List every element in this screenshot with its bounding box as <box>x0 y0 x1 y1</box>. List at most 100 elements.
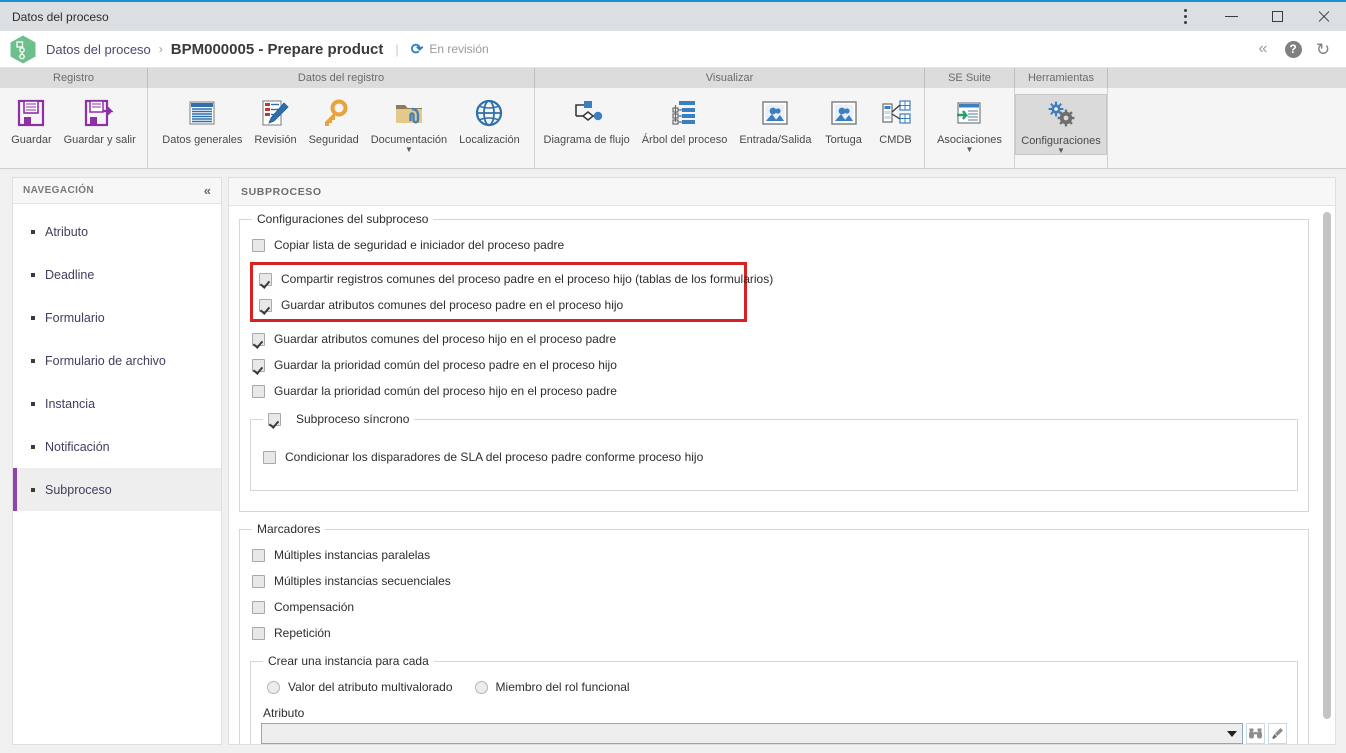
checkbox-row-share-common-records[interactable]: Compartir registros comunes del proceso … <box>257 266 773 292</box>
sidebar-item-notificaci-n[interactable]: Notificación <box>13 425 221 468</box>
checkbox-label: Compensación <box>274 600 355 614</box>
ribbon-button--rbol-del-proceso[interactable]: Árbol del proceso <box>636 94 734 146</box>
kebab-menu-button[interactable] <box>1162 2 1208 31</box>
radio-item-multivalued-attribute[interactable]: Valor del atributo multivalorado <box>267 680 453 694</box>
sidebar-item-atributo[interactable]: Atributo <box>13 210 221 253</box>
checkbox-condition-sla-triggers[interactable] <box>263 450 276 464</box>
checkbox-row-condition-sla-triggers[interactable]: Condicionar los disparadores de SLA del … <box>261 444 1287 470</box>
ribbon-group-filler <box>1108 88 1346 169</box>
checkbox-save-parent-priority-to-child[interactable] <box>252 358 265 372</box>
ribbon-button-datos-generales[interactable]: Datos generales <box>156 94 248 146</box>
chevron-down-icon[interactable]: ▼ <box>966 146 974 154</box>
sidebar-item-label: Notificación <box>45 439 110 454</box>
radio-item-functional-role-member[interactable]: Miembro del rol funcional <box>474 680 630 694</box>
checkbox-row-save-parent-attrs-to-child[interactable]: Guardar atributos comunes del proceso pa… <box>257 292 744 318</box>
checkbox-repetition[interactable] <box>252 626 265 640</box>
process-hexagon-icon <box>10 35 36 64</box>
checkbox-row-parallel-instances[interactable]: Múltiples instancias paralelas <box>250 542 1298 568</box>
minimize-icon <box>1224 16 1238 17</box>
chevron-down-icon[interactable]: ▼ <box>405 146 413 154</box>
checkbox-sync-subprocess[interactable] <box>268 412 281 426</box>
refresh-button[interactable]: ↻ <box>1308 34 1338 64</box>
bullet-icon <box>31 487 35 492</box>
checkbox-save-child-attrs-to-parent[interactable] <box>252 332 265 346</box>
ribbon-button-seguridad[interactable]: Seguridad <box>303 94 365 146</box>
checkbox-label: Múltiples instancias paralelas <box>274 548 431 562</box>
ribbon-button-label: CMDB <box>879 134 912 146</box>
sidebar-item-subproceso[interactable]: Subproceso <box>13 468 221 511</box>
ribbon-button-asociaciones[interactable]: Asociaciones ▼ <box>931 94 1008 154</box>
sidebar-item-formulario[interactable]: Formulario <box>13 296 221 339</box>
maximize-icon <box>1271 11 1283 22</box>
ribbon-toolbar: Registro Datos del registro Visualizar SE S… <box>0 68 1346 169</box>
chevron-down-icon[interactable]: ▼ <box>1057 147 1065 155</box>
sidebar-collapse-icon[interactable]: « <box>204 183 211 198</box>
checkbox-copy-security-list[interactable] <box>252 238 265 252</box>
ribbon-button-cmdb[interactable]: CMDB <box>870 94 922 146</box>
brush-clear-icon[interactable] <box>1268 723 1287 744</box>
close-icon <box>1317 10 1330 23</box>
ribbon-button-configuraciones[interactable]: Configuraciones ▼ <box>1015 94 1107 155</box>
kebab-menu-icon <box>1183 9 1187 24</box>
close-button[interactable] <box>1300 2 1346 31</box>
ribbon-button-revisi-n[interactable]: Revisión <box>248 94 302 146</box>
ribbon-button-label: Tortuga <box>825 134 862 146</box>
page-title: SUBPROCESO <box>241 185 322 198</box>
flowchart-icon <box>571 96 603 130</box>
ribbon-button-guardar[interactable]: Guardar <box>5 94 57 146</box>
radio-multivalued-attribute[interactable] <box>267 680 280 694</box>
checkbox-row-copy-security-list[interactable]: Copiar lista de seguridad e iniciador de… <box>250 232 1298 258</box>
binoculars-search-icon[interactable] <box>1246 723 1265 744</box>
scrollbar-thumb[interactable] <box>1323 212 1331 719</box>
checkbox-sequential-instances[interactable] <box>252 574 265 588</box>
ribbon-button-label: Diagrama de flujo <box>543 134 630 146</box>
ribbon-group-se-suite: Asociaciones ▼ <box>925 88 1015 169</box>
radio-functional-role-member[interactable] <box>474 680 488 694</box>
collapse-ribbon-button[interactable]: « <box>1248 34 1278 64</box>
checkbox-parallel-instances[interactable] <box>252 548 265 562</box>
attribute-select[interactable] <box>261 723 1243 744</box>
help-button[interactable]: ? <box>1278 34 1308 64</box>
sidebar-item-instancia[interactable]: Instancia <box>13 382 221 425</box>
checkbox-row-repetition[interactable]: Repetición <box>250 620 1298 646</box>
maximize-button[interactable] <box>1254 2 1300 31</box>
content-area: NAVEGACIÓN « Atributo Deadline Formulario F… <box>0 169 1346 753</box>
checkbox-compensation[interactable] <box>252 600 265 614</box>
checkbox-save-child-priority-to-parent[interactable] <box>252 384 265 398</box>
instance-per-fieldset: Crear una instancia para cada Valor del … <box>250 654 1298 744</box>
ribbon-button-documentaci-n[interactable]: Documentación ▼ <box>365 94 453 154</box>
checkbox-save-parent-attrs-to-child[interactable] <box>259 298 272 312</box>
checkbox-label: Condicionar los disparadores de SLA del … <box>285 450 704 464</box>
instance-per-legend: Crear una instancia para cada <box>268 654 429 668</box>
highlight-annotation-box: Compartir registros comunes del proceso … <box>250 262 773 322</box>
sidebar-header: NAVEGACIÓN « <box>13 178 221 204</box>
sidebar-item-formulario-de-archivo[interactable]: Formulario de archivo <box>13 339 221 382</box>
checkbox-label: Copiar lista de seguridad e iniciador de… <box>274 238 565 252</box>
ribbon-button-tortuga[interactable]: Tortuga <box>818 94 870 146</box>
checkbox-row-save-parent-priority-to-child[interactable]: Guardar la prioridad común del proceso p… <box>250 352 1298 378</box>
breadcrumb-separator-icon: › <box>158 42 163 56</box>
window-titlebar: Datos del proceso <box>0 2 1346 31</box>
sync-subprocess-label: Subproceso síncrono <box>296 412 410 426</box>
checkbox-row-sequential-instances[interactable]: Múltiples instancias secuenciales <box>250 568 1298 594</box>
minimize-button[interactable] <box>1208 2 1254 31</box>
ribbon-button-entrada-salida[interactable]: Entrada/Salida <box>733 94 817 146</box>
checkbox-label: Múltiples instancias secuenciales <box>274 574 451 588</box>
attribute-label-text: Atributo <box>263 706 305 720</box>
ribbon-button-label: Árbol del proceso <box>641 134 728 146</box>
checkbox-row-save-child-priority-to-parent[interactable]: Guardar la prioridad común del proceso h… <box>250 378 1298 404</box>
ribbon-button-label: Localización <box>459 134 520 146</box>
ribbon-button-guardar-y-salir[interactable]: Guardar y salir <box>58 94 142 146</box>
checkbox-row-save-child-attrs-to-parent[interactable]: Guardar atributos comunes del proceso hi… <box>250 326 1298 352</box>
associations-icon <box>955 96 983 130</box>
sidebar-item-deadline[interactable]: Deadline <box>13 253 221 296</box>
checkbox-share-common-records[interactable] <box>259 272 272 286</box>
ribbon-button-localizaci-n[interactable]: Localización <box>453 94 526 146</box>
vertical-scrollbar[interactable] <box>1323 212 1331 740</box>
ribbon-button-diagrama-de-flujo[interactable]: Diagrama de flujo <box>538 94 636 146</box>
breadcrumb-root[interactable]: Datos del proceso <box>46 42 151 57</box>
checkbox-row-compensation[interactable]: Compensación <box>250 594 1298 620</box>
attribute-field-label: Atributo <box>263 706 1287 720</box>
status-text: En revisión <box>429 42 489 56</box>
sync-subprocess-legend[interactable]: Subproceso síncrono <box>263 412 414 426</box>
